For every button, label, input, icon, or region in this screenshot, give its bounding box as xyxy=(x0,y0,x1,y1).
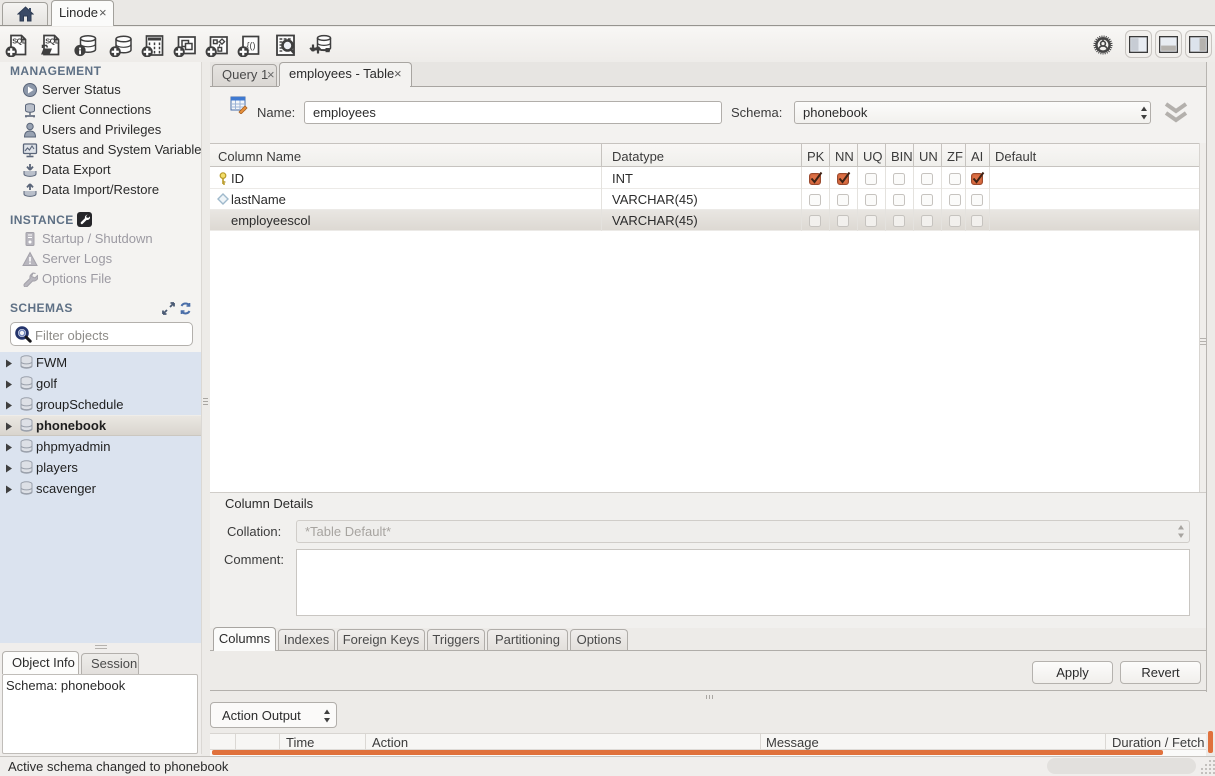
svg-text:SQL: SQL xyxy=(45,36,60,45)
svg-text:SQL: SQL xyxy=(12,36,27,45)
